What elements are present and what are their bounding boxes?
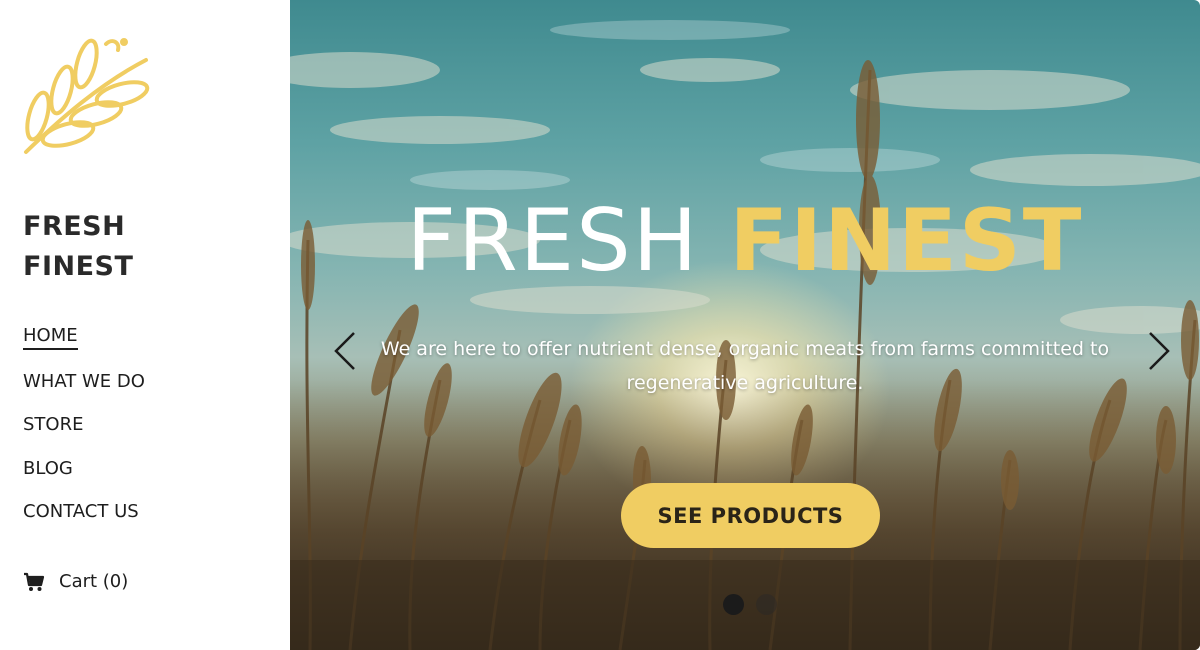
wheat-icon[interactable] [20, 24, 160, 158]
nav-link-contact-us[interactable]: CONTACT US [23, 498, 139, 526]
nav-item-store: STORE [23, 411, 145, 455]
see-products-button[interactable]: SEE PRODUCTS [621, 483, 880, 548]
carousel-dot-1[interactable] [723, 594, 744, 615]
brand-line-2: FINEST [23, 251, 134, 282]
nav-link-store[interactable]: STORE [23, 411, 83, 439]
brand-name[interactable]: FRESH FINEST [23, 207, 133, 287]
nav-link-home[interactable]: HOME [23, 324, 78, 350]
nav-item-blog: BLOG [23, 455, 145, 499]
main-nav: HOME WHAT WE DO STORE BLOG CONTACT US [23, 324, 145, 542]
cart-icon [24, 572, 45, 591]
hero-carousel: FRESH FINEST We are here to offer nutrien… [290, 0, 1200, 650]
hero-subtitle: We are here to offer nutrient dense, org… [380, 338, 1110, 394]
cart-label: Cart (0) [59, 571, 129, 592]
chevron-right-icon[interactable] [1146, 330, 1172, 372]
hero-title-part1: FRESH [406, 191, 700, 291]
hero-title-part2: FINEST [729, 191, 1084, 291]
hero-title: FRESH FINEST [290, 186, 1200, 296]
nav-item-what-we-do: WHAT WE DO [23, 368, 145, 412]
nav-link-what-we-do[interactable]: WHAT WE DO [23, 368, 145, 396]
hero-background-image [290, 20, 1200, 650]
sidebar: FRESH FINEST HOME WHAT WE DO STORE BLOG … [0, 0, 290, 650]
nav-link-blog[interactable]: BLOG [23, 455, 73, 483]
carousel-dots [723, 594, 777, 615]
nav-item-home: HOME [23, 324, 145, 368]
nav-item-contact-us: CONTACT US [23, 498, 145, 542]
brand-line-1: FRESH [23, 211, 126, 242]
cart-link[interactable]: Cart (0) [23, 571, 128, 592]
carousel-dot-2[interactable] [756, 594, 777, 615]
